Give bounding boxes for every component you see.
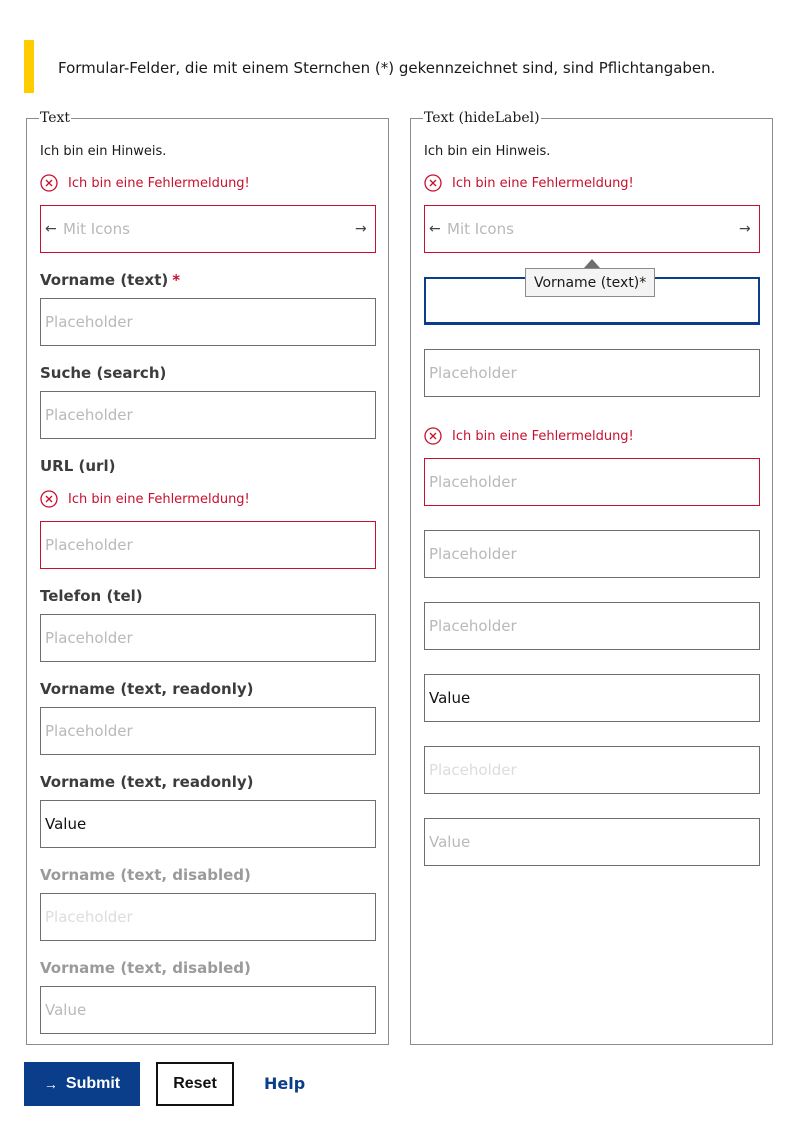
error-icon xyxy=(40,490,58,508)
disabled-label-1: Vorname (text, disabled) xyxy=(40,866,251,884)
readonly-input-1[interactable]: Placeholder xyxy=(40,707,376,755)
url-error-message: Ich bin eine Fehlermeldung! xyxy=(40,490,250,508)
tel-label: Telefon (tel) xyxy=(40,587,143,605)
readonly-input-1-placeholder: Placeholder xyxy=(429,617,517,635)
tel-input-placeholder: Placeholder xyxy=(45,629,133,647)
placeholder-input-2-placeholder: Placeholder xyxy=(429,364,517,382)
readonly-input-2[interactable]: Value xyxy=(424,674,760,722)
icons-input-placeholder: Mit Icons xyxy=(63,220,130,238)
icons-input[interactable]: ← Mit Icons → xyxy=(40,205,376,253)
label-tooltip: Vorname (text)* xyxy=(525,268,656,297)
placeholder-input-2[interactable]: Placeholder xyxy=(424,349,760,397)
vorname-label-text: Vorname (text) xyxy=(40,271,169,289)
arrow-left-icon: ← xyxy=(45,221,57,237)
hint-text: Ich bin ein Hinweis. xyxy=(424,144,551,159)
disabled-input-1-placeholder: Placeholder xyxy=(429,761,517,779)
disabled-input-1: Placeholder xyxy=(424,746,760,794)
tel-input-placeholder: Placeholder xyxy=(429,545,517,563)
error-icon xyxy=(40,174,58,192)
search-label: Suche (search) xyxy=(40,364,167,382)
readonly-input-2-value: Value xyxy=(429,689,471,707)
readonly-label-1: Vorname (text, readonly) xyxy=(40,680,254,698)
disabled-input-1: Placeholder xyxy=(40,893,376,941)
url-input-placeholder: Placeholder xyxy=(45,536,133,554)
icons-input-placeholder: Mit Icons xyxy=(447,220,514,238)
submit-button-label: Submit xyxy=(65,1075,121,1092)
vorname-input[interactable]: Placeholder xyxy=(40,298,376,346)
tel-input[interactable]: Placeholder xyxy=(424,530,760,578)
tooltip-caret xyxy=(584,259,600,268)
disabled-input-1-placeholder: Placeholder xyxy=(45,908,133,926)
search-input[interactable]: Placeholder xyxy=(40,391,376,439)
disabled-input-2: Value xyxy=(40,986,376,1034)
readonly-input-2-value: Value xyxy=(45,815,87,833)
reset-button[interactable]: Reset xyxy=(156,1062,234,1106)
vorname-label: Vorname (text) * xyxy=(40,271,180,289)
arrow-left-icon: ← xyxy=(429,221,441,237)
fieldset-legend: Text xyxy=(40,110,71,126)
url-error-text: Ich bin eine Fehlermeldung! xyxy=(452,428,634,444)
icons-input[interactable]: ← Mit Icons → xyxy=(424,205,760,253)
reset-button-label: Reset xyxy=(173,1075,217,1092)
notice-text: Formular-Felder, die mit einem Sternchen… xyxy=(58,59,716,77)
error-text: Ich bin eine Fehlermeldung! xyxy=(68,175,250,191)
hint-text: Ich bin ein Hinweis. xyxy=(40,144,167,159)
vorname-input-placeholder: Placeholder xyxy=(45,313,133,331)
error-message: Ich bin eine Fehlermeldung! xyxy=(40,174,250,192)
url-input-placeholder: Placeholder xyxy=(429,473,517,491)
url-error-message: Ich bin eine Fehlermeldung! xyxy=(424,427,634,445)
error-icon xyxy=(424,427,442,445)
disabled-input-2-value: Value xyxy=(45,1001,87,1019)
arrow-right-icon[interactable]: → xyxy=(355,221,369,237)
url-input[interactable]: Placeholder xyxy=(40,521,376,569)
help-link[interactable]: Help xyxy=(264,1074,305,1093)
readonly-label-2: Vorname (text, readonly) xyxy=(40,773,254,791)
readonly-input-1-placeholder: Placeholder xyxy=(45,722,133,740)
arrow-right-icon: → xyxy=(43,1076,58,1092)
notice-accent-bar xyxy=(24,40,34,93)
error-message: Ich bin eine Fehlermeldung! xyxy=(424,174,634,192)
error-icon xyxy=(424,174,442,192)
disabled-label-2: Vorname (text, disabled) xyxy=(40,959,251,977)
arrow-right-icon[interactable]: → xyxy=(739,221,753,237)
readonly-input-1[interactable]: Placeholder xyxy=(424,602,760,650)
fieldset-legend: Text (hideLabel) xyxy=(424,110,540,126)
url-error-text: Ich bin eine Fehlermeldung! xyxy=(68,491,250,507)
error-text: Ich bin eine Fehlermeldung! xyxy=(452,175,634,191)
readonly-input-2[interactable]: Value xyxy=(40,800,376,848)
url-input[interactable]: Placeholder xyxy=(424,458,760,506)
disabled-input-2-value: Value xyxy=(429,833,471,851)
required-fields-notice: Formular-Felder, die mit einem Sternchen… xyxy=(24,40,784,93)
submit-button[interactable]: → Submit xyxy=(24,1062,140,1106)
url-label: URL (url) xyxy=(40,457,116,475)
search-input-placeholder: Placeholder xyxy=(45,406,133,424)
disabled-input-2: Value xyxy=(424,818,760,866)
required-asterisk: * xyxy=(172,271,181,289)
tel-input[interactable]: Placeholder xyxy=(40,614,376,662)
